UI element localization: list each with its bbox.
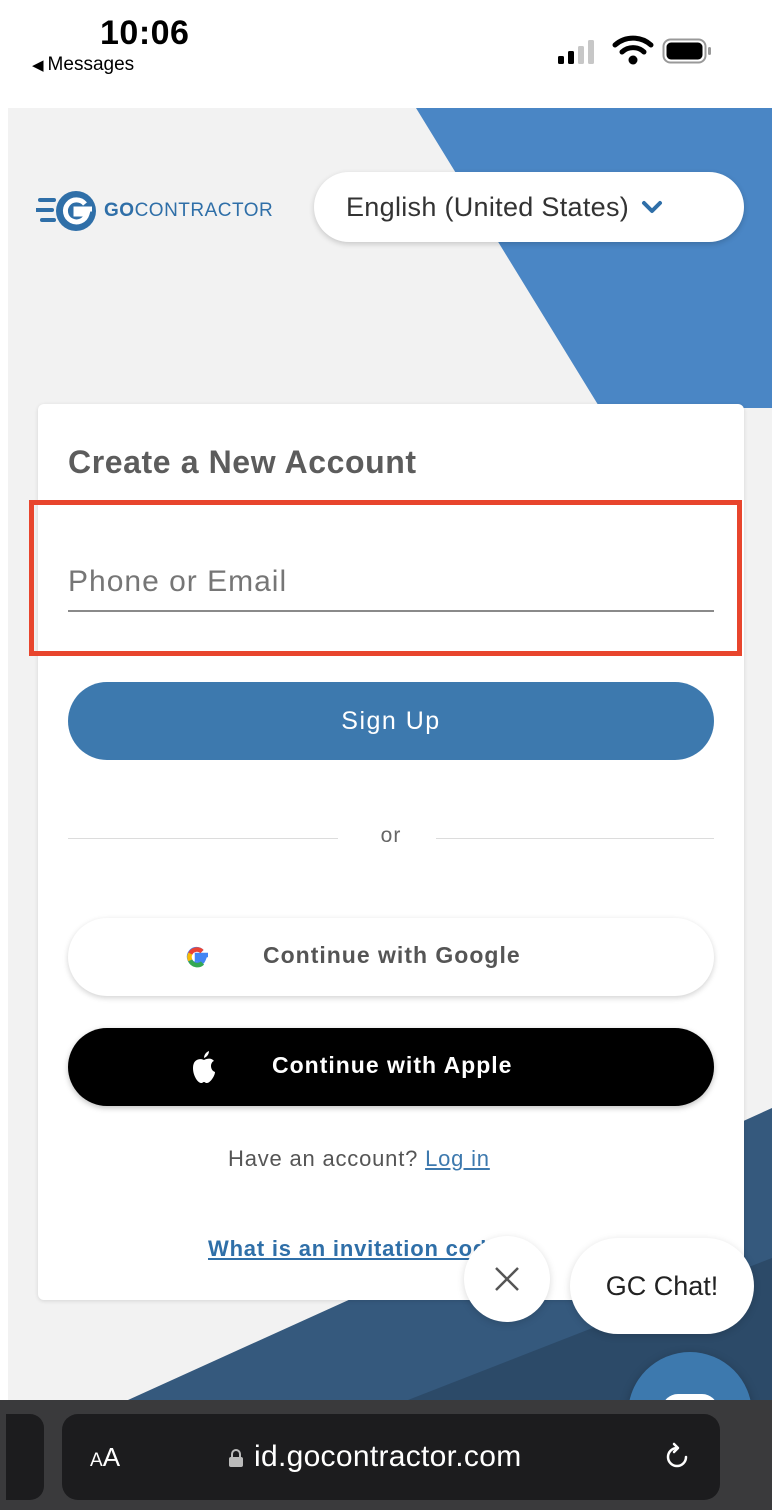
divider-text: or	[380, 824, 402, 847]
reader-text-size-button[interactable]: AA	[90, 1442, 120, 1473]
logo-prefix: GO	[104, 200, 135, 221]
gocontractor-logo: GOCONTRACTOR	[36, 188, 273, 234]
apple-button-label: Continue with Apple	[272, 1052, 513, 1078]
battery-icon	[662, 38, 711, 64]
signup-card: Create a New Account Sign Up or Continue…	[29, 404, 744, 1300]
have-account-row: Have an account? Log in	[228, 1146, 490, 1172]
chat-close-button[interactable]	[464, 1236, 550, 1322]
back-to-messages[interactable]: ◀ Messages	[32, 54, 134, 76]
status-time: 10:06	[100, 14, 190, 52]
logo-suffix: CONTRACTOR	[134, 200, 274, 221]
login-link[interactable]: Log in	[425, 1146, 490, 1171]
continue-with-google-button[interactable]: Continue with Google	[68, 918, 714, 996]
google-icon	[186, 946, 208, 968]
chat-greeting-bubble[interactable]: GC Chat!	[570, 1238, 754, 1334]
back-triangle-icon: ◀	[32, 57, 44, 74]
url-text: id.gocontractor.com	[254, 1440, 522, 1473]
continue-with-apple-button[interactable]: Continue with Apple	[68, 1028, 714, 1106]
wifi-icon	[612, 35, 654, 65]
signal-icon	[558, 40, 594, 64]
language-select[interactable]: English (United States)	[314, 172, 744, 242]
logo-g-icon	[36, 191, 96, 231]
phone-email-input[interactable]	[68, 554, 714, 612]
chat-icon	[665, 1394, 715, 1400]
previous-tab-edge[interactable]	[6, 1414, 44, 1500]
or-divider: or	[68, 822, 714, 854]
apple-icon	[193, 1051, 215, 1083]
status-bar: 10:06 ◀ Messages	[0, 0, 772, 96]
page-viewport: GOCONTRACTOR English (United States) Cre…	[8, 108, 772, 1400]
aa-small: A	[90, 1450, 103, 1471]
card-title: Create a New Account	[68, 444, 417, 480]
logo-wordmark: GOCONTRACTOR	[104, 200, 273, 222]
aa-big: A	[102, 1442, 121, 1472]
language-label: English (United States)	[346, 191, 630, 222]
address-bar[interactable]: AA id.gocontractor.com	[62, 1414, 720, 1500]
lock-icon	[229, 1449, 243, 1467]
sign-up-button[interactable]: Sign Up	[68, 682, 714, 760]
google-button-label: Continue with Google	[263, 942, 521, 968]
browser-toolbar: AA id.gocontractor.com	[0, 1400, 772, 1510]
reload-icon	[666, 1442, 688, 1468]
close-icon	[495, 1267, 519, 1291]
back-app-label: Messages	[47, 54, 135, 75]
have-account-text: Have an account?	[228, 1146, 419, 1171]
chevron-down-icon	[642, 201, 663, 213]
